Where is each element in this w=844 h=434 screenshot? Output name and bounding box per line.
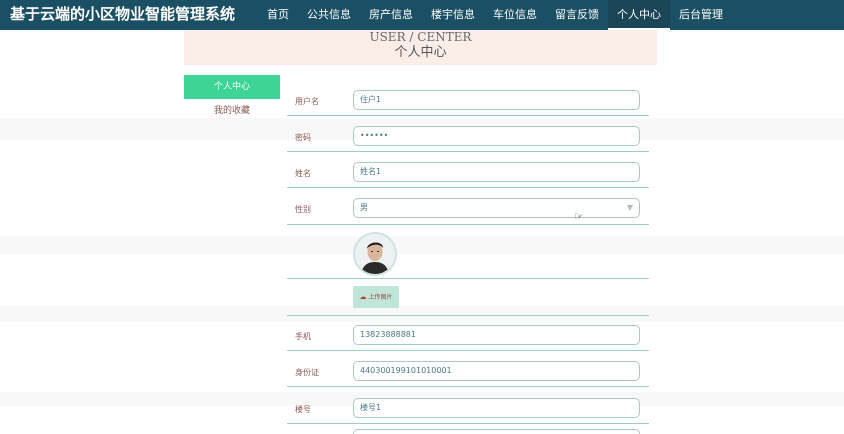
form-row-gender: 性别 男 ▼ <box>287 195 649 225</box>
nav-item-admin[interactable]: 后台管理 <box>670 0 732 30</box>
nav-item-building-info[interactable]: 楼宇信息 <box>422 0 484 30</box>
app-title: 基于云端的小区物业智能管理系统 <box>10 5 236 23</box>
name-label: 姓名 <box>295 169 311 178</box>
nav-item-user-center[interactable]: 个人中心 <box>608 0 670 30</box>
gender-label: 性别 <box>295 205 311 214</box>
building-label: 楼号 <box>295 405 311 414</box>
form-row-username: 用户名 住户1 <box>287 87 649 116</box>
next-field-input[interactable] <box>353 429 640 434</box>
gender-selected-value: 男 <box>360 203 368 212</box>
sidebar-item-user-center[interactable]: 个人中心 <box>184 75 280 99</box>
idcard-label: 身份证 <box>295 368 319 377</box>
phone-input[interactable]: 13823888881 <box>353 325 640 345</box>
nav-item-property-info[interactable]: 房产信息 <box>360 0 422 30</box>
name-input[interactable]: 姓名1 <box>353 162 640 182</box>
form-row-avatar <box>287 225 649 279</box>
upload-image-button[interactable]: ☁ 上传图片 <box>353 286 399 308</box>
nav-item-parking-info[interactable]: 车位信息 <box>484 0 546 30</box>
upload-image-label: 上传图片 <box>368 294 393 301</box>
password-label: 密码 <box>295 133 311 142</box>
password-input[interactable]: •••••• <box>353 126 640 146</box>
chevron-down-icon: ▼ <box>626 203 633 212</box>
page-title-en: USER / CENTER <box>369 30 472 44</box>
form-row-name: 姓名 姓名1 <box>287 159 649 188</box>
username-input[interactable]: 住户1 <box>353 90 640 110</box>
sidebar-item-favorites[interactable]: 我的收藏 <box>184 99 280 123</box>
form-row-building: 楼号 楼号1 <box>287 395 649 424</box>
building-input[interactable]: 楼号1 <box>353 398 640 418</box>
form-row-password: 密码 •••••• <box>287 123 649 152</box>
nav-item-public-info[interactable]: 公共信息 <box>298 0 360 30</box>
avatar <box>353 232 397 276</box>
nav-item-feedback[interactable]: 留言反馈 <box>546 0 608 30</box>
page-title: 个人中心 <box>394 45 447 60</box>
form-row-upload: ☁ 上传图片 <box>287 279 649 316</box>
phone-label: 手机 <box>295 332 311 341</box>
username-label: 用户名 <box>295 97 319 106</box>
idcard-input[interactable]: 440300199101010001 <box>353 361 640 381</box>
hand-cursor-icon: ☞ <box>574 210 584 223</box>
gender-select[interactable]: 男 ▼ <box>353 198 640 218</box>
nav-menu: 首页 公共信息 房产信息 楼宇信息 车位信息 留言反馈 个人中心 后台管理 <box>258 0 732 30</box>
page-header-banner: USER / CENTER 个人中心 <box>184 30 657 65</box>
form-row-idcard: 身份证 440300199101010001 <box>287 358 649 387</box>
form-row-phone: 手机 13823888881 <box>287 322 649 351</box>
nav-item-home[interactable]: 首页 <box>258 0 298 30</box>
cloud-upload-icon: ☁ <box>359 293 367 301</box>
top-navbar: 基于云端的小区物业智能管理系统 首页 公共信息 房产信息 楼宇信息 车位信息 留… <box>0 0 844 30</box>
